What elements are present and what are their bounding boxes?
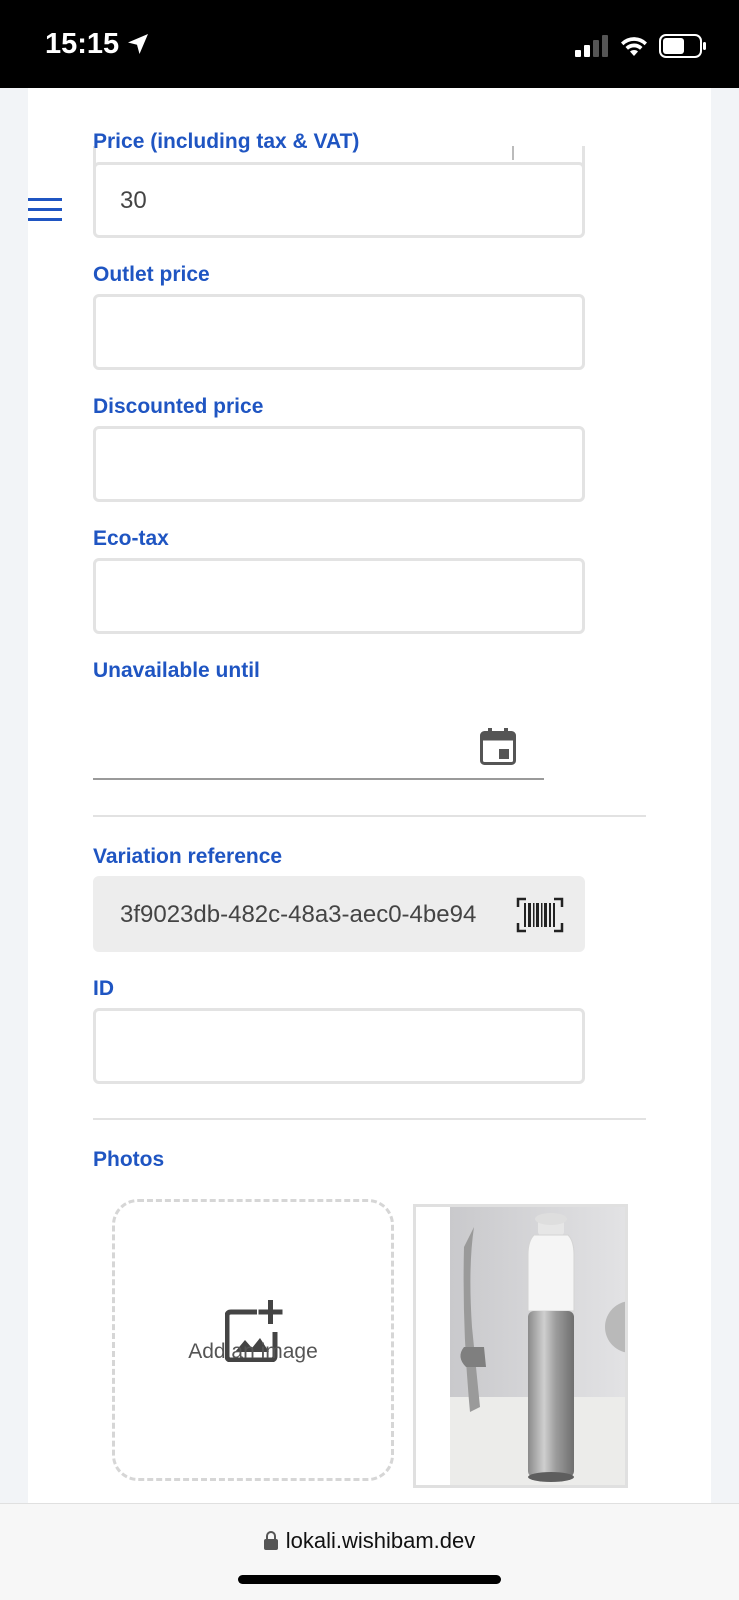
browser-address-bar[interactable]: lokali.wishibam.dev	[0, 1503, 739, 1600]
outlet-price-label: Outlet price	[93, 263, 210, 286]
add-image-button[interactable]: Add an image	[112, 1199, 394, 1481]
home-indicator[interactable]	[238, 1575, 501, 1584]
lock-icon	[263, 1530, 278, 1556]
unavailable-until-input[interactable]	[93, 778, 544, 780]
hamburger-menu-icon[interactable]	[28, 198, 62, 222]
url-text: lokali.wishibam.dev	[285, 1528, 476, 1553]
product-photo[interactable]	[413, 1204, 628, 1488]
discounted-price-label: Discounted price	[93, 395, 264, 418]
eco-tax-label: Eco-tax	[93, 527, 169, 550]
status-bar: 15:15	[0, 0, 739, 88]
cellular-signal-icon	[575, 35, 609, 62]
add-image-label: Add an image	[188, 1340, 318, 1363]
barcode-icon[interactable]	[516, 897, 564, 938]
variation-reference-value: 3f9023db-482c-48a3-aec0-4be94	[120, 901, 477, 928]
status-icons	[575, 34, 707, 63]
url-display[interactable]: lokali.wishibam.dev	[0, 1528, 739, 1556]
id-label: ID	[93, 977, 114, 1000]
status-time: 15:15	[45, 28, 120, 60]
outlet-price-input[interactable]	[93, 294, 585, 370]
discounted-price-input[interactable]	[93, 426, 585, 502]
unavailable-until-label: Unavailable until	[93, 659, 260, 682]
price-input[interactable]: 30	[93, 162, 585, 238]
price-label: Price (including tax & VAT)	[93, 130, 360, 153]
section-divider	[93, 815, 646, 817]
field-separator	[512, 146, 514, 160]
variation-reference-input[interactable]: 3f9023db-482c-48a3-aec0-4be94	[93, 876, 585, 952]
price-value: 30	[120, 187, 147, 214]
navigation-arrow-icon	[126, 32, 150, 61]
section-divider	[93, 1118, 646, 1120]
battery-icon	[659, 34, 707, 63]
variation-reference-label: Variation reference	[93, 845, 283, 868]
photos-label: Photos	[93, 1148, 165, 1171]
wifi-icon	[619, 35, 649, 62]
calendar-icon[interactable]	[480, 728, 516, 771]
eco-tax-input[interactable]	[93, 558, 585, 634]
bottle-photo-illustration	[450, 1207, 625, 1485]
id-input[interactable]	[93, 1008, 585, 1084]
